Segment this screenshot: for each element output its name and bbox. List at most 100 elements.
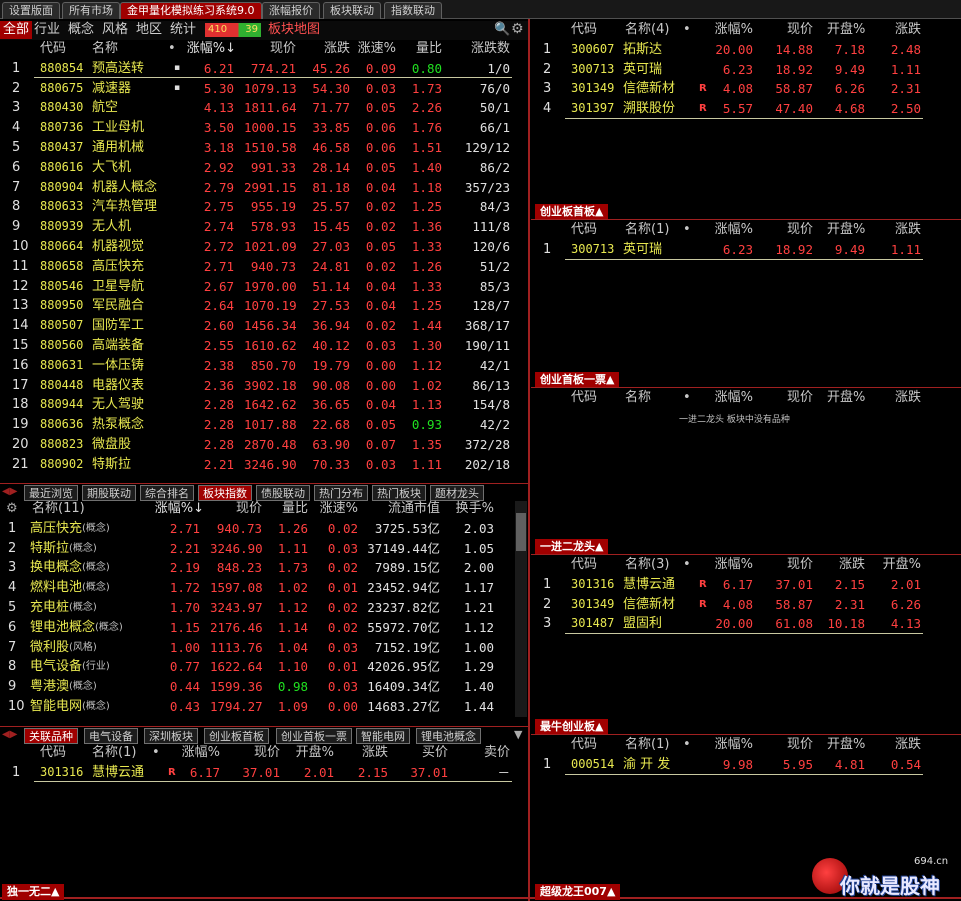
sector-map-link[interactable]: 板块地图 [268,21,320,39]
table-row[interactable]: 4 880736 工业母机 3.50 1000.15 33.85 0.06 1.76 66/1 [0,118,528,138]
panel-label[interactable]: 创业板首板▲ [535,204,609,220]
col-change[interactable]: 涨跌 [300,39,350,59]
col-header[interactable]: 现价 [779,20,813,40]
tab-gem-first-ticket[interactable]: 创业首板一票 [276,728,352,744]
table-row[interactable]: 21 880902 特斯拉 2.21 3246.90 70.33 0.03 1.11 202/1… [0,455,528,475]
tab-quant-system[interactable]: 金甲量化模拟练习系统9.0 [120,2,262,19]
col-header[interactable]: 开盘% [827,20,865,40]
filter-stats[interactable]: 统计 [170,21,196,39]
prev-arrow-icon[interactable]: ◀▶ [2,486,17,497]
table-row[interactable]: 10 880664 机器视觉 2.72 1021.09 27.03 0.05 1.33 120/… [0,237,528,257]
table-row[interactable]: 3 880430 航空 4.13 1811.64 71.77 0.05 2.26 50/1 [0,98,528,118]
col-header[interactable]: 代码 [571,555,597,575]
table-row[interactable]: 1 高压快充 (概念) 2.71 940.73 1.26 0.02 3725.53亿 2.03 [0,519,528,539]
col-ask[interactable]: 卖价 [466,743,510,763]
col-header[interactable]: • [683,20,691,40]
table-row[interactable]: 7 880904 机器人概念 2.79 2991.15 81.18 0.04 1.18 357/… [0,178,528,198]
table-row[interactable]: 5 充电桩 (概念) 1.70 3243.97 1.12 0.02 23237.82亿 1.21 [0,598,528,618]
col-header[interactable]: 开盘% [881,555,921,575]
table-row[interactable]: 3 301349 信德新材 R 4.08 58.87 6.26 2.31 [531,79,961,99]
table-row[interactable]: 6 880616 大飞机 2.92 991.33 28.14 0.05 1.40 86/2 [0,158,528,178]
table-row[interactable]: 17 880448 电器仪表 2.36 3902.18 90.08 0.00 1.02 86/1… [0,376,528,396]
table-row[interactable]: 1 000514 渝 开 发 9.98 5.95 4.81 0.54 [531,755,961,775]
table-row[interactable]: 15 880560 高端装备 2.55 1610.62 40.12 0.03 1.30 190/… [0,336,528,356]
col-volume-ratio[interactable]: 量比 [400,39,442,59]
filter-region[interactable]: 地区 [136,21,162,39]
filter-concept[interactable]: 概念 [68,21,94,39]
table-row[interactable]: 10 智能电网 (概念) 0.43 1794.27 1.09 0.00 14683.27亿 1.… [0,697,528,717]
col-speed[interactable]: 涨速% [352,39,396,59]
col-name[interactable]: 名称 [92,39,118,59]
col-header[interactable]: 名称(1) [625,220,669,240]
col-header[interactable]: 代码 [571,388,597,408]
search-icon[interactable]: 🔍 [494,22,510,37]
col-change-pct[interactable]: 涨幅%↓ [176,39,236,59]
table-row[interactable]: 4 燃料电池 (概念) 1.72 1597.08 1.02 0.01 23452.94亿 1.1… [0,578,528,598]
tab-related[interactable]: 关联品种 [24,728,78,744]
table-row[interactable]: 2 880675 减速器 ▪ 5.30 1079.13 54.30 0.03 1.73 76/0 [0,79,528,99]
filter-style[interactable]: 风格 [102,21,128,39]
col-header[interactable]: 开盘% [827,220,865,240]
col-header[interactable]: • [683,735,691,755]
col-header[interactable]: 名称 [625,388,651,408]
gear-icon[interactable]: ⚙ [511,21,524,37]
table-row[interactable]: 20 880823 微盘股 2.28 2870.48 63.90 0.07 1.35 372/2… [0,435,528,455]
col-header[interactable]: 涨幅% [711,20,753,40]
col-name[interactable]: 名称(1) [92,743,136,763]
panel-label[interactable]: 最牛创业板▲ [535,719,609,735]
col-header[interactable]: 现价 [779,388,813,408]
chevron-down-icon[interactable]: ▼ [514,728,522,741]
col-header[interactable]: 名称(4) [625,20,669,40]
col-header[interactable]: 涨幅% [711,555,753,575]
col-header[interactable]: 涨跌 [881,220,921,240]
panel-label[interactable]: 创业首板一票▲ [535,372,620,388]
table-row[interactable]: 9 粤港澳 (概念) 0.44 1599.36 0.98 0.03 16409.34亿 1.40 [0,677,528,697]
col-header[interactable]: 涨跌 [881,388,921,408]
tab-gem-first-board[interactable]: 创业板首板 [204,728,269,744]
table-row[interactable]: 4 301397 溯联股份 R 5.57 47.40 4.68 2.50 [531,99,961,119]
col-code[interactable]: 代码 [40,743,66,763]
tab-lithium[interactable]: 锂电池概念 [416,728,481,744]
col-speed[interactable]: 涨速% [312,499,358,519]
col-header[interactable]: • [683,388,691,408]
table-row[interactable]: 7 微利股 (风格) 1.00 1113.76 1.04 0.03 7152.19亿 1.00 [0,638,528,658]
table-row[interactable]: 1 300713 英可瑞 6.23 18.92 9.49 1.11 [531,240,961,260]
table-row[interactable]: 8 电气设备 (行业) 0.77 1622.64 1.10 0.01 42026.95亿 1.2… [0,657,528,677]
col-open-pct[interactable]: 开盘% [286,743,334,763]
table-row[interactable]: 1 301316 慧博云通 R 6.17 37.01 2.15 2.01 [531,575,961,595]
col-name[interactable]: 名称(11) [32,499,85,519]
col-header[interactable]: 涨幅% [711,735,753,755]
col-price[interactable]: 现价 [232,743,280,763]
col-header[interactable]: 名称(1) [625,735,669,755]
col-header[interactable]: 涨跌 [881,735,921,755]
col-change-pct[interactable]: 涨幅%↓ [152,499,204,519]
tab-electrical[interactable]: 电气设备 [84,728,138,744]
table-row[interactable]: 1 301316 慧博云通 R 6.17 37.01 2.01 2.15 37.01 － [0,763,528,783]
col-header[interactable]: 现价 [779,735,813,755]
table-row[interactable]: 14 880507 国防军工 2.60 1456.34 36.94 0.02 1.44 368/… [0,316,528,336]
tab-smart-grid[interactable]: 智能电网 [356,728,410,744]
tab-index-linkage[interactable]: 指数联动 [384,2,442,19]
tab-layout-settings[interactable]: 设置版面 [2,2,60,19]
panel-label-super-dragon[interactable]: 超级龙王007▲ [535,884,621,900]
col-header[interactable]: 涨幅% [711,220,753,240]
table-row[interactable]: 12 880546 卫星导航 2.67 1970.00 51.14 0.04 1.33 85/3 [0,277,528,297]
panel-label[interactable]: 一进二龙头▲ [535,539,609,555]
table-row[interactable]: 1 300607 拓斯达 20.00 14.88 7.18 2.48 [531,40,961,60]
col-volume-ratio[interactable]: 量比 [268,499,308,519]
col-header[interactable]: 涨跌 [881,20,921,40]
col-price[interactable]: 现价 [244,39,296,59]
col-header[interactable]: 开盘% [827,388,865,408]
table-row[interactable]: 5 880437 通用机械 3.18 1510.58 46.58 0.06 1.51 129/1… [0,138,528,158]
col-header[interactable]: 涨幅% [711,388,753,408]
table-row[interactable]: 1 880854 预高送转 ▪ 6.21 774.21 45.26 0.09 0.80 1/0 [0,59,528,79]
col-header[interactable]: 现价 [779,555,813,575]
col-header[interactable]: • [683,555,691,575]
col-up-down-count[interactable]: 涨跌数 [450,39,510,59]
tab-gain-quotes[interactable]: 涨幅报价 [262,2,320,19]
col-code[interactable]: 代码 [40,39,66,59]
table-row[interactable]: 9 880939 无人机 2.74 578.93 15.45 0.02 1.36 111/8 [0,217,528,237]
table-row[interactable]: 3 301487 盟固利 20.00 61.08 10.18 4.13 [531,614,961,634]
tab-shenzhen[interactable]: 深圳板块 [144,728,198,744]
filter-industry[interactable]: 行业 [34,21,60,39]
